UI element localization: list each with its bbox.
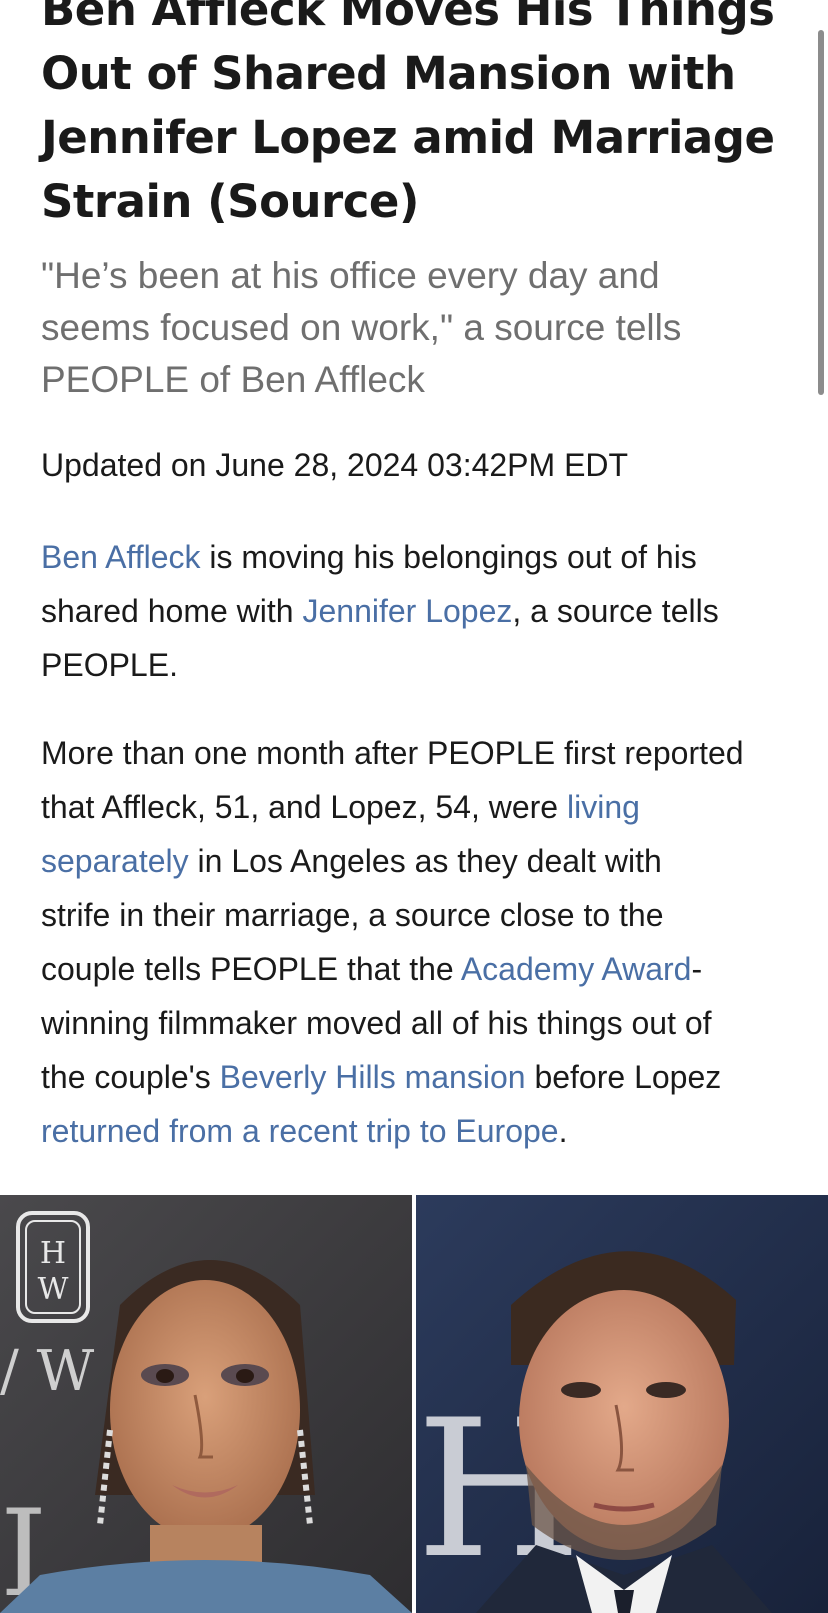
paragraph-line: couple tells PEOPLE that the Academy Awa…	[41, 942, 811, 996]
subheadline: "He’s been at his office every day and s…	[41, 250, 791, 406]
link-living-separately[interactable]: living	[567, 789, 640, 825]
updated-timestamp: Updated on June 28, 2024 03:42PM EDT	[41, 447, 629, 483]
link-academy-award[interactable]: Academy Award	[461, 951, 692, 987]
article-photo[interactable]: H W / W I H	[0, 1195, 828, 1613]
paragraph-line: that Affleck, 51, and Lopez, 54, were li…	[41, 780, 811, 834]
headline-line: Jennifer Lopez amid Marriage	[41, 111, 775, 164]
scrollbar[interactable]	[818, 30, 824, 395]
headline: Ben Affleck Moves His Things Out of Shar…	[41, 0, 791, 234]
article-paragraph-2: More than one month after PEOPLE first r…	[41, 726, 811, 1158]
paragraph-text: before Lopez	[525, 1059, 722, 1095]
subheadline-line: PEOPLE of Ben Affleck	[41, 359, 425, 400]
subheadline-line: seems focused on work," a source tells	[41, 307, 682, 348]
headline-line: Ben Affleck Moves His Things	[41, 0, 775, 36]
paragraph-text: shared home with	[41, 593, 303, 629]
link-living-separately-cont[interactable]: separately	[41, 843, 189, 879]
svg-text:H: H	[40, 1236, 66, 1271]
paragraph-line: separately in Los Angeles as they dealt …	[41, 834, 811, 888]
paragraph-line: Ben Affleck is moving his belongings out…	[41, 530, 811, 584]
paragraph-text: .	[558, 1113, 568, 1149]
headline-line: Out of Shared Mansion with	[41, 47, 736, 100]
portrait-man-image: H	[416, 1195, 828, 1613]
paragraph-text: the couple's	[41, 1059, 220, 1095]
link-ben-affleck[interactable]: Ben Affleck	[41, 539, 201, 575]
paragraph-line: PEOPLE.	[41, 647, 178, 683]
link-jennifer-lopez[interactable]: Jennifer Lopez	[302, 593, 512, 629]
link-trip-to-europe[interactable]: returned from a recent trip to Europe	[41, 1113, 559, 1149]
portrait-woman-image: H W / W I	[0, 1195, 412, 1613]
svg-text:/ W: / W	[0, 1339, 95, 1404]
paragraph-line: returned from a recent trip to Europe.	[41, 1104, 811, 1158]
paragraph-line: More than one month after PEOPLE first r…	[41, 735, 744, 771]
paragraph-text: couple tells PEOPLE that the	[41, 951, 461, 987]
photo-ben-affleck: H	[416, 1195, 828, 1613]
link-beverly-hills-mansion[interactable]: Beverly Hills mansion	[220, 1059, 526, 1095]
photo-jennifer-lopez: H W / W I	[0, 1195, 412, 1613]
paragraph-text: -	[691, 951, 703, 987]
article-paragraph-1: Ben Affleck is moving his belongings out…	[41, 530, 811, 692]
paragraph-text: , a source tells	[512, 593, 719, 629]
paragraph-text: in Los Angeles as they dealt with	[188, 843, 662, 879]
headline-line: Strain (Source)	[41, 175, 420, 228]
paragraph-line: winning filmmaker moved all of his thing…	[41, 1005, 712, 1041]
paragraph-line: strife in their marriage, a source close…	[41, 897, 664, 933]
paragraph-line: shared home with Jennifer Lopez, a sourc…	[41, 584, 811, 638]
paragraph-text: is moving his belongings out of his	[200, 539, 697, 575]
subheadline-line: "He’s been at his office every day and	[41, 255, 660, 296]
svg-text:W: W	[38, 1272, 69, 1307]
paragraph-text: that Affleck, 51, and Lopez, 54, were	[41, 789, 567, 825]
paragraph-line: the couple's Beverly Hills mansion befor…	[41, 1050, 811, 1104]
